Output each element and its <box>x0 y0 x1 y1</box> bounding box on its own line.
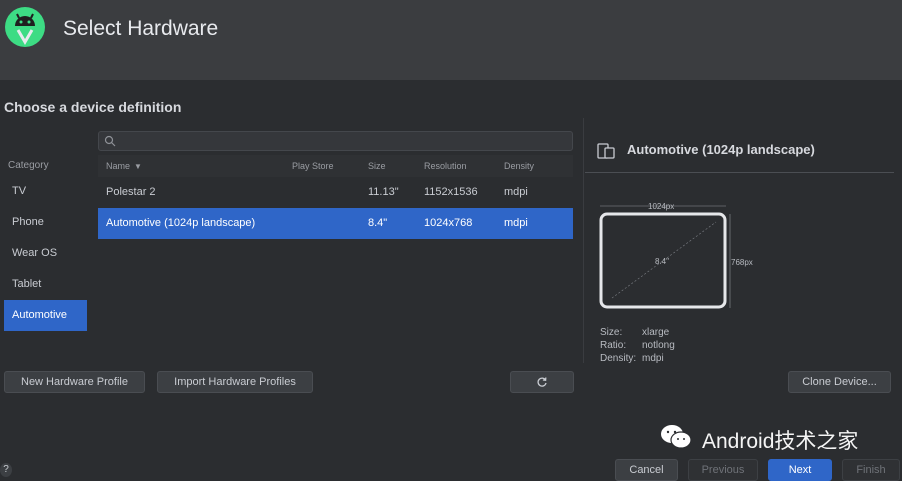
column-header-size[interactable]: Size <box>368 161 386 171</box>
wechat-icon <box>661 425 692 449</box>
spec-ratio: Ratio: notlong <box>600 340 675 351</box>
column-header-play-store[interactable]: Play Store <box>292 161 334 171</box>
diagram-width-label: 1024px <box>648 202 674 211</box>
cell-size: 8.4" <box>368 217 388 229</box>
diagram-diagonal-label: 8.4" <box>655 257 669 266</box>
clone-device-button[interactable]: Clone Device... <box>788 371 891 393</box>
category-item-tablet[interactable]: Tablet <box>4 269 87 300</box>
device-icon <box>597 143 615 159</box>
cell-name: Polestar 2 <box>106 186 156 198</box>
panel-divider <box>583 118 584 363</box>
sort-arrow-icon: ▼ <box>134 162 142 171</box>
cell-name: Automotive (1024p landscape) <box>106 217 256 229</box>
category-item-tv[interactable]: TV <box>4 176 87 207</box>
cell-size: 11.13" <box>368 186 399 198</box>
diagram-height-label: 768px <box>731 258 753 267</box>
help-button[interactable]: ? <box>0 463 12 477</box>
import-hardware-profiles-button[interactable]: Import Hardware Profiles <box>157 371 313 393</box>
device-table-header: Name ▼ Play Store Size Resolution Density <box>98 155 573 177</box>
cancel-button[interactable]: Cancel <box>615 459 678 481</box>
refresh-icon <box>537 377 547 387</box>
watermark-text: Android技术之家 <box>702 430 859 453</box>
cell-resolution: 1024x768 <box>424 217 473 229</box>
column-header-density[interactable]: Density <box>504 161 534 171</box>
spec-density: Density: mdpi <box>600 353 664 364</box>
android-studio-logo-icon <box>5 7 45 47</box>
preview-title: Automotive (1024p landscape) <box>627 142 815 157</box>
next-button[interactable]: Next <box>768 459 832 481</box>
search-input[interactable] <box>98 131 573 151</box>
refresh-button[interactable] <box>510 371 574 393</box>
cell-resolution: 1152x1536 <box>424 186 478 198</box>
finish-button[interactable]: Finish <box>842 459 900 481</box>
dialog-title: Select Hardware <box>63 17 219 40</box>
search-icon <box>104 135 116 147</box>
cell-density: mdpi <box>504 217 528 229</box>
spec-size: Size: xlarge <box>600 327 670 338</box>
category-item-automotive[interactable]: Automotive <box>4 300 87 331</box>
new-hardware-profile-button[interactable]: New Hardware Profile <box>4 371 145 393</box>
category-item-phone[interactable]: Phone <box>4 207 87 238</box>
category-item-wear-os[interactable]: Wear OS <box>4 238 87 269</box>
dialog-header: Select Hardware <box>0 0 902 80</box>
table-row[interactable]: Automotive (1024p landscape) 8.4" 1024x7… <box>98 208 573 239</box>
previous-button[interactable]: Previous <box>688 459 758 481</box>
table-row[interactable]: Polestar 2 11.13" 1152x1536 mdpi <box>98 177 573 208</box>
column-header-name[interactable]: Name ▼ <box>106 161 142 171</box>
section-title: Choose a device definition <box>4 99 182 115</box>
column-header-resolution[interactable]: Resolution <box>424 161 467 171</box>
category-header: Category <box>8 160 49 171</box>
device-diagram: 1024px 768px 8.4" <box>599 202 753 309</box>
preview-divider <box>585 172 894 173</box>
cell-density: mdpi <box>504 186 528 198</box>
